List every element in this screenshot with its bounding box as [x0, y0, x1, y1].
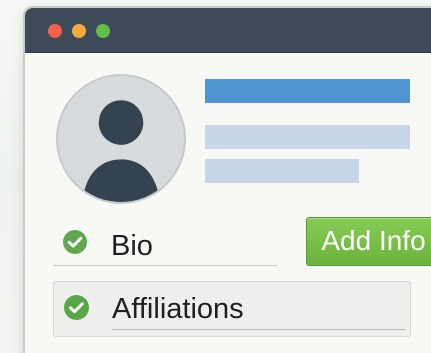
bio-field-row: Bio Add Info	[53, 213, 431, 271]
maximize-window-button[interactable]	[96, 24, 110, 38]
check-icon	[64, 295, 89, 320]
check-icon	[63, 230, 87, 254]
profile-window: Bio Add Info Affiliations	[23, 6, 431, 353]
affiliations-underline	[112, 329, 405, 330]
affiliations-label: Affiliations	[112, 293, 244, 325]
bio-divider	[53, 265, 277, 266]
profile-name-placeholder	[205, 79, 410, 103]
profile-detail-placeholder	[205, 125, 410, 149]
close-window-button[interactable]	[48, 24, 62, 38]
profile-secondary-placeholder	[205, 159, 359, 183]
app-canvas: Bio Add Info Affiliations	[0, 0, 431, 353]
user-avatar-icon	[82, 100, 160, 202]
window-titlebar	[25, 8, 431, 53]
minimize-window-button[interactable]	[72, 24, 86, 38]
profile-avatar	[56, 74, 186, 204]
bio-label: Bio	[111, 230, 153, 262]
add-info-button[interactable]: Add Info	[306, 217, 431, 266]
affiliations-field-row[interactable]: Affiliations	[53, 281, 411, 337]
